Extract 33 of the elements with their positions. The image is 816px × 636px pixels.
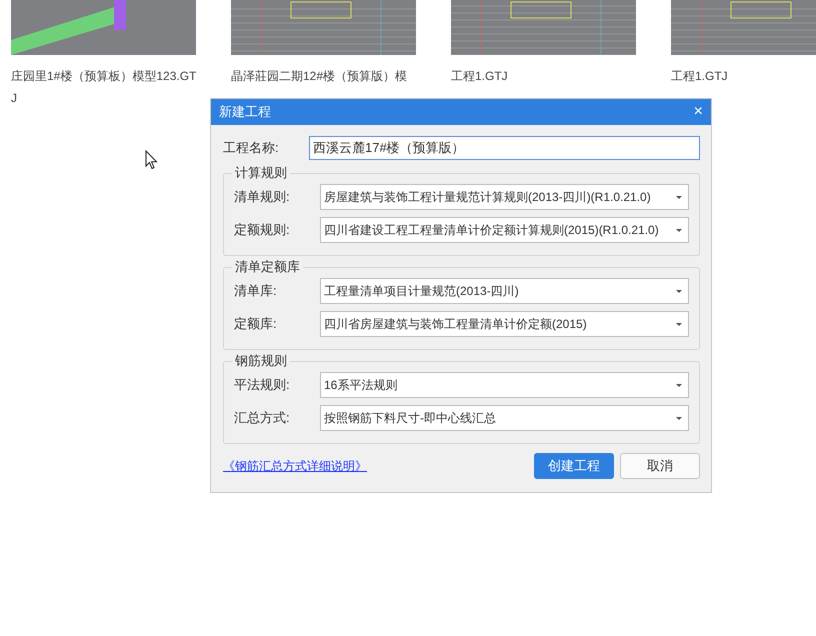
- caret-icon: [676, 322, 682, 326]
- dropdown[interactable]: 四川省建设工程工程量清单计价定额计算规则(2015)(R1.0.21.0): [320, 217, 689, 243]
- group-title: 钢筋规则: [232, 353, 290, 369]
- group-title: 清单定额库: [232, 259, 303, 275]
- project-name[interactable]: 工程1.GTJ: [671, 65, 816, 87]
- field-label: 平法规则:: [234, 376, 291, 394]
- caret-icon: [676, 290, 682, 292]
- project-name[interactable]: 工程1.GTJ: [451, 65, 641, 87]
- field-label: 清单规则:: [234, 188, 291, 206]
- group-title: 计算规则: [232, 165, 290, 181]
- caret-icon: [676, 196, 682, 198]
- close-button[interactable]: ×: [694, 104, 703, 120]
- caret-icon: [676, 228, 682, 232]
- project-name[interactable]: 晶泽莊园二期12#楼（预算版）模: [231, 65, 421, 87]
- help-link[interactable]: 《钢筋汇总方式详细说明》: [223, 458, 367, 474]
- dropdown[interactable]: 四川省房屋建筑与装饰工程量清单计价定额(2015): [320, 311, 689, 337]
- cancel-button[interactable]: 取消: [620, 453, 700, 479]
- field-label: 工程名称:: [223, 139, 280, 157]
- dropdown[interactable]: 16系平法规则: [320, 372, 689, 398]
- project-name[interactable]: 庄园里1#楼（预算板）模型123.GTJ: [11, 65, 201, 109]
- create-button[interactable]: 创建工程: [534, 453, 614, 479]
- field-label: 汇总方式:: [234, 409, 291, 427]
- caret-icon: [676, 416, 682, 420]
- dialog-title: 新建工程: [219, 103, 271, 121]
- dropdown[interactable]: 工程量清单项目计量规范(2013-四川): [320, 278, 689, 304]
- dropdown[interactable]: 按照钢筋下料尺寸-即中心线汇总: [320, 405, 689, 431]
- mouse-cursor-icon: [145, 150, 158, 170]
- field-label: 定额库:: [234, 315, 278, 333]
- field-label: 清单库:: [234, 282, 278, 300]
- caret-icon: [676, 384, 682, 386]
- project-name-field[interactable]: 西溪云麓17#楼（预算版）: [309, 136, 700, 160]
- field-label: 定额规则:: [234, 221, 291, 239]
- dropdown[interactable]: 房屋建筑与装饰工程计量规范计算规则(2013-四川)(R1.0.21.0): [320, 184, 689, 210]
